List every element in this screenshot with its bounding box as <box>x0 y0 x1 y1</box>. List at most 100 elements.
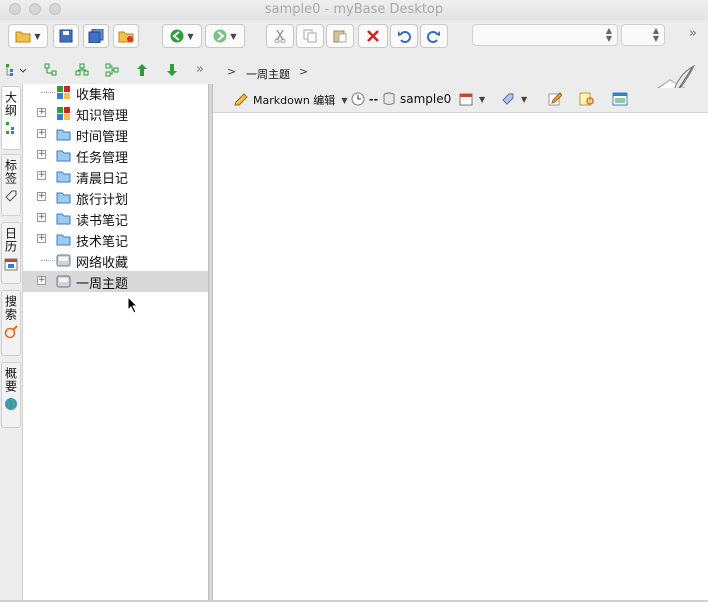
tag-icon <box>502 93 514 105</box>
tab-outline[interactable]: 大纲 <box>1 86 21 150</box>
undo-button[interactable] <box>390 24 418 48</box>
expand-icon[interactable]: + <box>37 192 46 201</box>
document-toolbar: Markdown 编辑 ▼ -- sample0 ▼ ▼ <box>213 88 708 112</box>
tree-item[interactable]: 收集箱 <box>23 82 209 103</box>
tree-item-label: 旅行计划 <box>76 193 129 208</box>
undo-icon <box>398 31 411 43</box>
tree-item[interactable]: + 技术笔记 <box>23 229 209 250</box>
window-layout-icon[interactable] <box>612 92 628 106</box>
tag-dropdown[interactable]: ▼ <box>501 92 527 106</box>
editor-mode-dropdown[interactable]: Markdown 编辑 ▼ <box>233 92 347 108</box>
add-child-icon[interactable] <box>75 63 89 77</box>
expand-icon[interactable]: + <box>37 213 46 222</box>
close-db-icon <box>118 31 134 43</box>
forward-button[interactable]: ▼ <box>205 24 245 48</box>
search-icon <box>4 325 18 339</box>
font-size-combo[interactable]: ▲ ▼ <box>621 24 665 46</box>
outline-view-icon[interactable] <box>5 63 27 77</box>
folder-icon <box>56 129 71 141</box>
add-parent-icon[interactable] <box>105 63 119 77</box>
tree-item[interactable]: + 一周主题 <box>23 271 209 292</box>
breadcrumb: > 一周主题 > <box>213 58 708 88</box>
cut-button[interactable] <box>266 24 294 48</box>
save-all-button[interactable] <box>83 24 109 48</box>
expand-icon[interactable]: + <box>37 108 46 117</box>
tab-overview-label: 概要 <box>3 367 18 393</box>
tab-search[interactable]: 搜索 <box>1 290 21 356</box>
tree-item[interactable]: 网络收藏 <box>23 250 209 271</box>
tree-item-label: 读书笔记 <box>76 214 129 229</box>
expand-icon[interactable]: + <box>37 276 46 285</box>
tab-outline-label: 大纲 <box>3 91 18 117</box>
redo-icon <box>427 31 440 43</box>
note-editor[interactable] <box>213 112 708 600</box>
folder-icon <box>56 213 71 225</box>
copy-button[interactable] <box>296 24 324 48</box>
font-family-combo[interactable]: ▲ ▼ <box>472 24 618 46</box>
main-toolbar: ▼ ▼ ▼ ▲ ▼ ▲ ▼ » <box>0 20 708 58</box>
folder-icon <box>56 150 71 162</box>
tree-item[interactable]: + 旅行计划 <box>23 187 209 208</box>
up-down-icon: ▲ ▼ <box>605 26 612 43</box>
redo-button[interactable] <box>420 24 448 48</box>
database-field[interactable]: sample0 <box>383 92 451 106</box>
time-field[interactable]: -- <box>351 92 378 106</box>
pencil-icon <box>234 93 248 106</box>
paste-button[interactable] <box>326 24 354 48</box>
breadcrumb-item[interactable]: 一周主题 <box>246 66 290 82</box>
chevron-down-icon: ▼ <box>187 31 194 41</box>
copy-icon <box>303 29 317 43</box>
chevron-right-icon[interactable]: > <box>299 65 308 78</box>
tree-item-label: 知识管理 <box>76 109 129 124</box>
chevron-down-icon: ▼ <box>479 94 486 104</box>
close-database-button[interactable] <box>113 24 139 48</box>
side-tab-strip: 大纲 标签 日历 搜索 概要 <box>0 84 22 600</box>
toolbar-overflow-button[interactable]: » <box>689 26 697 41</box>
back-button[interactable]: ▼ <box>162 24 202 48</box>
tree-item-label: 网络收藏 <box>76 256 129 271</box>
tree-item[interactable]: + 清晨日记 <box>23 166 209 187</box>
tree-item-label: 收集箱 <box>76 88 116 103</box>
tab-tags[interactable]: 标签 <box>1 154 21 216</box>
tree-item-label: 一周主题 <box>76 277 129 292</box>
delete-button[interactable] <box>358 24 388 48</box>
move-up-icon[interactable] <box>136 63 148 77</box>
forward-arrow-icon <box>213 29 227 43</box>
inbox-icon <box>57 86 70 99</box>
outline-tree: 收集箱 + 知识管理 + 时间管理 + 任务管理 + 清晨日记 + 旅行计划 +… <box>22 82 209 600</box>
tab-calendar[interactable]: 日历 <box>1 222 21 284</box>
archive-icon <box>56 254 71 267</box>
up-down-icon: ▲ ▼ <box>652 26 659 43</box>
window-title: sample0 - myBase Desktop <box>264 2 444 17</box>
editor-mode-label: Markdown 编辑 <box>253 94 336 107</box>
find-in-note-icon[interactable] <box>579 92 595 106</box>
tab-search-label: 搜索 <box>3 295 18 321</box>
mouse-cursor-icon <box>127 296 139 314</box>
delete-icon <box>367 30 379 42</box>
add-sibling-icon[interactable] <box>44 63 58 77</box>
edit-icon[interactable] <box>548 92 562 106</box>
tree-item[interactable]: + 时间管理 <box>23 124 209 145</box>
time-value: -- <box>369 92 379 106</box>
chevron-down-icon: ▼ <box>521 94 528 104</box>
open-button[interactable]: ▼ <box>8 24 48 48</box>
expand-icon[interactable]: + <box>37 129 46 138</box>
expand-icon[interactable]: + <box>37 234 46 243</box>
outline-toolbar: » <box>0 58 210 84</box>
chevron-right-icon[interactable]: > <box>227 65 236 78</box>
tree-item[interactable]: + 知识管理 <box>23 103 209 124</box>
tree-item[interactable]: + 读书笔记 <box>23 208 209 229</box>
save-button[interactable] <box>53 24 79 48</box>
expand-icon[interactable]: + <box>37 171 46 180</box>
tree-item-label: 任务管理 <box>76 151 129 166</box>
tab-overview[interactable]: 概要 <box>1 362 21 428</box>
chevron-down-icon: ▼ <box>230 31 237 41</box>
calendar-dropdown[interactable]: ▼ <box>459 92 485 106</box>
paste-icon <box>333 30 347 43</box>
globe-icon <box>5 398 17 410</box>
outline-overflow-button[interactable]: » <box>196 62 204 77</box>
tree-item[interactable]: + 任务管理 <box>23 145 209 166</box>
expand-icon[interactable]: + <box>37 150 46 159</box>
move-down-icon[interactable] <box>166 63 178 77</box>
tag-icon <box>5 190 17 202</box>
